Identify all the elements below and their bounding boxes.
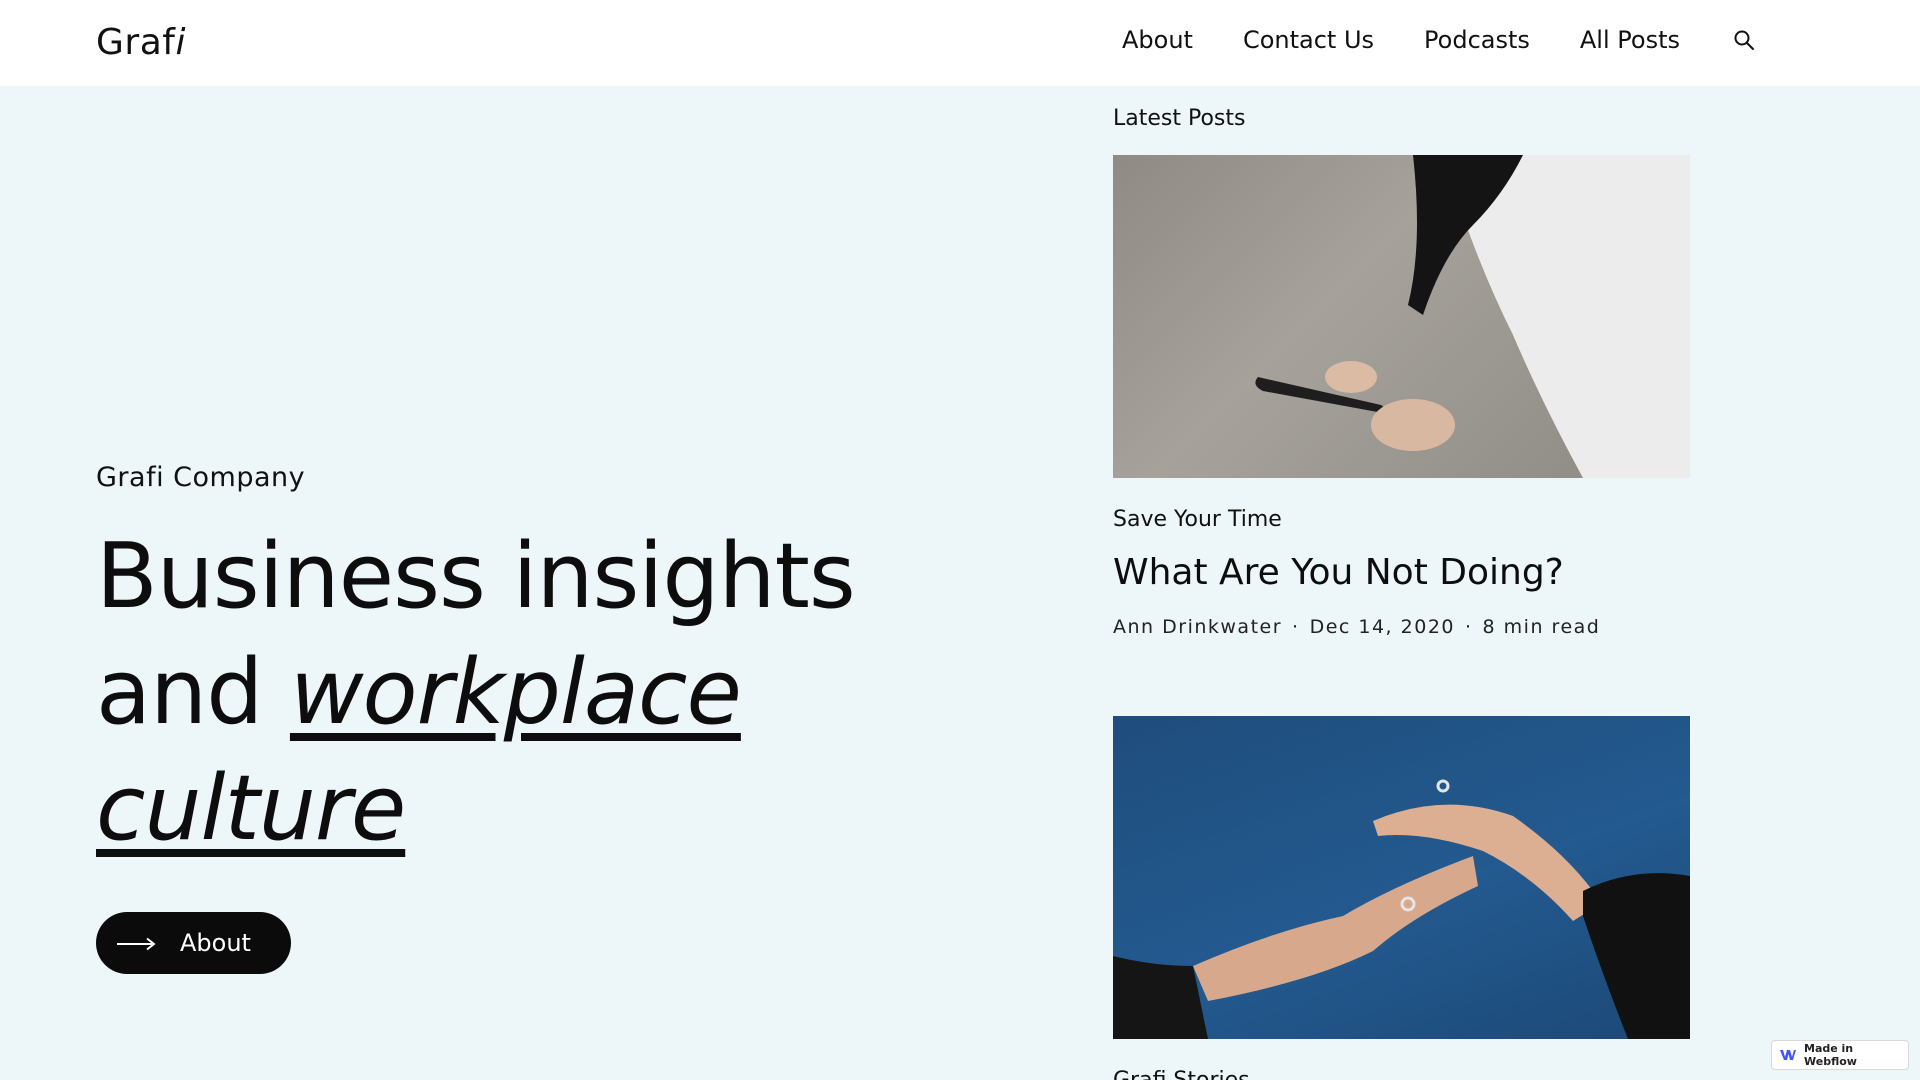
post-category-tag[interactable]: Grafi Stories	[1113, 1068, 1250, 1080]
post-title[interactable]: What Are You Not Doing?	[1113, 552, 1564, 593]
post-image-phone[interactable]	[1113, 155, 1690, 478]
post-read-time: 8 min read	[1482, 616, 1601, 638]
post-meta: Ann Drinkwater · Dec 14, 2020 · 8 min re…	[1113, 616, 1600, 638]
post-author[interactable]: Ann Drinkwater	[1113, 616, 1282, 638]
logo-text-italic: i	[175, 22, 186, 63]
main-nav: About Contact Us Podcasts All Posts	[1072, 26, 1756, 54]
badge-label: Made in Webflow	[1804, 1042, 1857, 1068]
hero-headline: Business insights and workplace culture	[96, 519, 996, 867]
latest-posts-heading: Latest Posts	[1113, 106, 1246, 131]
made-in-webflow-badge[interactable]: Made in Webflow	[1771, 1040, 1909, 1070]
headline-line-1: Business insights	[96, 524, 856, 629]
logo-text: Graf	[96, 22, 176, 63]
site-logo[interactable]: Grafi	[96, 22, 186, 63]
meta-separator: ·	[1292, 616, 1300, 638]
hero-eyebrow: Grafi Company	[96, 462, 306, 493]
headline-and: and	[96, 640, 290, 745]
nav-link-podcasts[interactable]: Podcasts	[1424, 26, 1530, 54]
hero-section: Grafi Company Business insights and work…	[96, 462, 996, 974]
webflow-icon	[1780, 1049, 1796, 1061]
search-icon[interactable]	[1732, 28, 1756, 52]
headline-emphasis-culture: culture	[96, 756, 406, 861]
headline-emphasis-workplace: workplace	[289, 640, 742, 745]
about-button-label: About	[180, 929, 251, 957]
nav-link-about[interactable]: About	[1122, 26, 1193, 54]
about-button[interactable]: About	[96, 912, 291, 974]
nav-link-all-posts[interactable]: All Posts	[1580, 26, 1680, 54]
post-category-tag[interactable]: Save Your Time	[1113, 507, 1282, 532]
meta-separator: ·	[1465, 616, 1473, 638]
post-image-hands[interactable]	[1113, 716, 1690, 1039]
nav-link-contact-us[interactable]: Contact Us	[1243, 26, 1374, 54]
post-date: Dec 14, 2020	[1309, 616, 1455, 638]
arrow-right-icon	[116, 936, 156, 951]
top-navigation-bar: Grafi About Contact Us Podcasts All Post…	[0, 0, 1920, 86]
